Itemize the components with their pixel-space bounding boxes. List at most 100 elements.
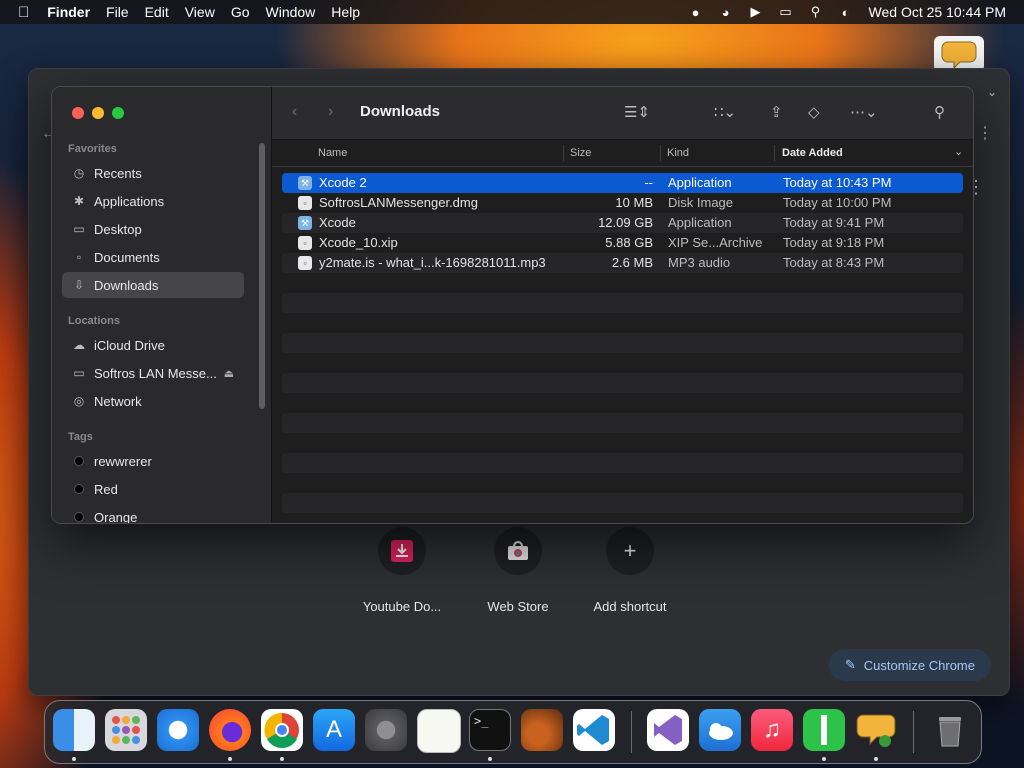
- search-icon[interactable]: ⚲: [934, 103, 945, 121]
- sidebar-item-recents[interactable]: ◷ Recents: [62, 160, 244, 186]
- weather-app-icon[interactable]: [699, 709, 741, 751]
- music-app-icon[interactable]: ♫: [751, 709, 793, 751]
- empty-row: [282, 453, 963, 473]
- file-row[interactable]: ⚒ Xcode 2 -- Application Today at 10:43 …: [282, 173, 963, 193]
- column-headers: Name Size Kind Date Added ⌄: [272, 140, 973, 167]
- file-kind: Application: [668, 215, 732, 230]
- forward-chevron-icon[interactable]: ›: [328, 103, 333, 121]
- eject-icon[interactable]: ⏏: [224, 367, 234, 380]
- terminal-app-icon[interactable]: >_: [469, 709, 511, 751]
- share-icon[interactable]: ⇪: [770, 103, 783, 121]
- column-name[interactable]: Name: [318, 147, 347, 159]
- vscode-app-icon[interactable]: [573, 709, 615, 751]
- empty-row: [282, 293, 963, 313]
- play-circle-icon[interactable]: ▶: [745, 4, 767, 20]
- visual-studio-app-icon[interactable]: [647, 709, 689, 751]
- firefox-app-icon[interactable]: [209, 709, 251, 751]
- finder-sidebar: Favorites ◷ Recents ✱ Applications ▭ Des…: [52, 87, 272, 523]
- running-indicator: [822, 757, 826, 761]
- menu-edit[interactable]: Edit: [137, 4, 177, 20]
- file-date: Today at 10:43 PM: [783, 175, 892, 190]
- numbers-app-icon[interactable]: [803, 709, 845, 751]
- garageband-app-icon[interactable]: [521, 709, 563, 751]
- menu-help[interactable]: Help: [323, 4, 368, 20]
- shortcut-add[interactable]: + Add shortcut: [575, 527, 685, 614]
- launchpad-app-icon[interactable]: [105, 709, 147, 751]
- sidebar-item-network[interactable]: ◎ Network: [62, 388, 244, 414]
- menu-view[interactable]: View: [177, 4, 223, 20]
- more-actions-icon[interactable]: ⋯⌄: [850, 103, 878, 121]
- sidebar-item-label: Recents: [94, 165, 142, 181]
- window-controls: [72, 107, 124, 119]
- sort-chevron-icon[interactable]: ⌄: [954, 145, 963, 158]
- back-chevron-icon[interactable]: ‹: [292, 103, 297, 121]
- empty-row: [282, 333, 963, 353]
- sidebar-item-icloud-drive[interactable]: ☁ iCloud Drive: [62, 332, 244, 358]
- spotlight-search-icon[interactable]: ⚲: [805, 4, 827, 20]
- safari-app-icon[interactable]: [157, 709, 199, 751]
- menu-bar:  Finder File Edit View Go Window Help ●…: [0, 0, 1024, 24]
- chrome-app-icon[interactable]: [261, 709, 303, 751]
- file-icon: ▫: [298, 236, 312, 250]
- file-name: Xcode 2: [319, 175, 367, 190]
- screen-mirroring-icon[interactable]: ▭: [775, 4, 797, 20]
- menu-go[interactable]: Go: [223, 4, 258, 20]
- sidebar-tag-red[interactable]: Red: [62, 476, 244, 502]
- sidebar-item-documents[interactable]: ▫ Documents: [62, 244, 244, 270]
- sidebar-tag-rewwrerer[interactable]: rewwrerer: [62, 448, 244, 474]
- app-store-app-icon[interactable]: A: [313, 709, 355, 751]
- document-icon: ▫: [76, 250, 82, 264]
- tag-dot-icon: [74, 512, 84, 522]
- menu-window[interactable]: Window: [258, 4, 324, 20]
- apple-menu-icon[interactable]: : [0, 4, 39, 21]
- control-icon[interactable]: ◕: [715, 5, 737, 20]
- column-kind[interactable]: Kind: [667, 147, 689, 159]
- file-size: 12.09 GB: [598, 215, 653, 230]
- textedit-app-icon[interactable]: [417, 709, 461, 753]
- customize-chrome-label: Customize Chrome: [863, 657, 975, 673]
- column-size[interactable]: Size: [570, 147, 591, 159]
- more-menu-icon[interactable]: ⋮: [977, 123, 993, 143]
- finder-app-icon[interactable]: [53, 709, 95, 751]
- file-kind: Application: [668, 175, 732, 190]
- file-row[interactable]: ▫ y2mate.is - what_i...k-1698281011.mp3 …: [282, 253, 963, 273]
- close-button[interactable]: [72, 107, 84, 119]
- control-center-icon[interactable]: ◐: [835, 5, 857, 20]
- shortcut-web-store[interactable]: Web Store: [463, 527, 573, 614]
- file-row[interactable]: ⚒ Xcode 12.09 GB Application Today at 9:…: [282, 213, 963, 233]
- trash-icon[interactable]: [929, 709, 971, 751]
- speech-bubble-icon[interactable]: ●: [685, 5, 707, 20]
- file-list: ⚒ Xcode 2 -- Application Today at 10:43 …: [282, 173, 963, 513]
- menu-app-finder[interactable]: Finder: [39, 4, 98, 20]
- sidebar-item-label: rewwrerer: [94, 453, 152, 469]
- system-settings-app-icon[interactable]: [365, 709, 407, 751]
- sidebar-tag-orange[interactable]: Orange: [62, 504, 244, 523]
- shortcut-youtube-downloader[interactable]: Youtube Do...: [347, 527, 457, 614]
- dock-separator: [913, 711, 914, 753]
- menubar-clock[interactable]: Wed Oct 25 10:44 PM: [861, 4, 1024, 20]
- column-date-added[interactable]: Date Added: [782, 147, 843, 159]
- sidebar-scrollbar[interactable]: [259, 143, 265, 409]
- softros-messenger-app-icon[interactable]: [855, 709, 897, 751]
- sidebar-item-downloads[interactable]: ⇩ Downloads: [62, 272, 244, 298]
- sidebar-item-softros-drive[interactable]: ▭ Softros LAN Messe... ⏏: [62, 360, 244, 386]
- sidebar-item-label: Network: [94, 393, 142, 409]
- zoom-button[interactable]: [112, 107, 124, 119]
- download-icon: [378, 527, 426, 575]
- sidebar-item-label: Red: [94, 481, 118, 497]
- customize-chrome-button[interactable]: ✎ Customize Chrome: [828, 649, 991, 681]
- sidebar-item-desktop[interactable]: ▭ Desktop: [62, 216, 244, 242]
- sidebar-item-applications[interactable]: ✱ Applications: [62, 188, 244, 214]
- menu-file[interactable]: File: [98, 4, 137, 20]
- tag-dot-icon: [74, 484, 84, 494]
- minimize-button[interactable]: [92, 107, 104, 119]
- file-row[interactable]: ▫ Xcode_10.xip 5.88 GB XIP Se...Archive …: [282, 233, 963, 253]
- tag-icon[interactable]: ◇: [808, 103, 820, 121]
- desktop-icon: ▭: [73, 222, 85, 236]
- sidebar-item-label: Applications: [94, 193, 165, 209]
- group-view-icon[interactable]: ∷⌄: [714, 103, 736, 121]
- list-view-icon[interactable]: ☰⇕: [624, 103, 650, 121]
- file-row[interactable]: ▫ SoftrosLANMessenger.dmg 10 MB Disk Ima…: [282, 193, 963, 213]
- chevron-down-icon[interactable]: ⌄: [987, 85, 997, 99]
- empty-row: [282, 373, 963, 393]
